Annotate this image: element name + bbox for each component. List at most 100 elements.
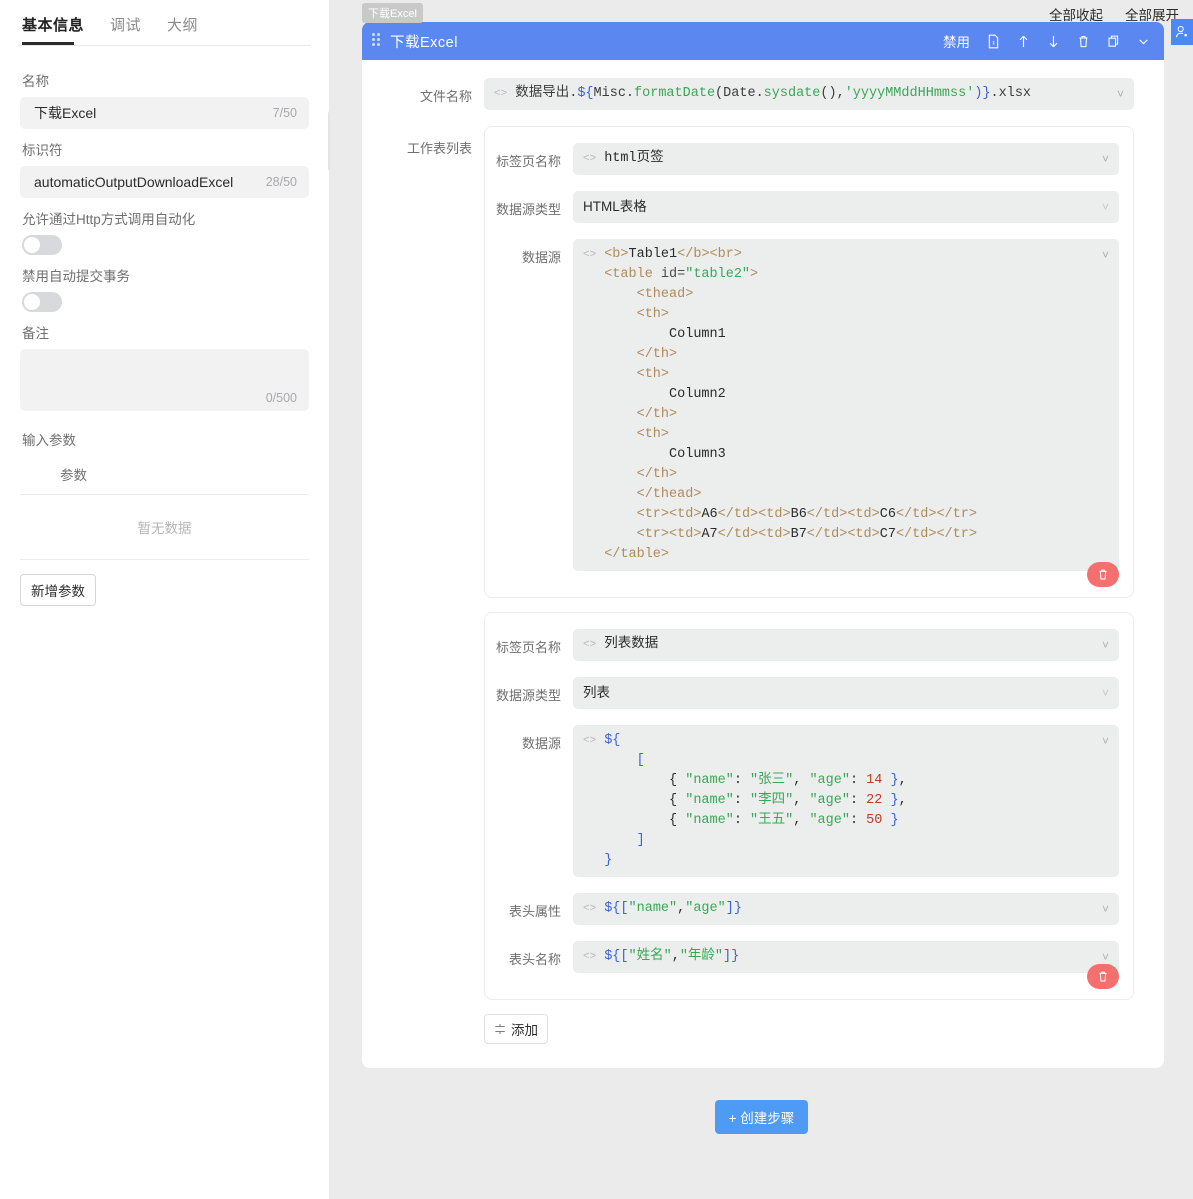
arrow-up-icon[interactable] bbox=[1008, 22, 1038, 60]
chevron-down-icon[interactable]: ˅ bbox=[1102, 197, 1109, 217]
sheet1-tabname-input[interactable]: <> html页签 ˅ bbox=[573, 143, 1119, 175]
create-step-area: + 创建步骤 bbox=[330, 1100, 1193, 1134]
sheet2-tabname-value: 列表数据 bbox=[604, 635, 1094, 655]
sheet1-sourcetype-label: 数据源类型 bbox=[489, 191, 561, 218]
identifier-label: 标识符 bbox=[22, 139, 309, 159]
tab-outline[interactable]: 大纲 bbox=[167, 10, 198, 45]
sheet1-datasource-editor[interactable]: <> <b>Table1</b><br> <table id="table2">… bbox=[573, 239, 1119, 571]
worksheet-list-row: 工作表列表 标签页名称 <> html页签 ˅ bbox=[392, 126, 1134, 1044]
step-card-title: 下载Excel bbox=[390, 31, 935, 52]
sheet2-sourcetype-label: 数据源类型 bbox=[489, 677, 561, 704]
chevron-down-icon[interactable]: ˅ bbox=[1102, 683, 1109, 703]
sheet2-headerattr-chevron[interactable]: ˅ bbox=[1102, 899, 1109, 919]
node-tooltip: 下载Excel bbox=[362, 3, 423, 23]
filename-input[interactable]: <> 数据导出.${Misc.formatDate(Date.sysdate()… bbox=[484, 78, 1134, 110]
name-input[interactable]: 下载Excel 7/50 bbox=[20, 97, 309, 129]
collapse-all-button[interactable]: 全部收起 bbox=[1049, 4, 1103, 24]
sidebar-tabbar: 基本信息 调试 大纲 bbox=[0, 0, 329, 45]
filename-row: 文件名称 <> 数据导出.${Misc.formatDate(Date.sysd… bbox=[392, 78, 1134, 110]
user-icon bbox=[1175, 25, 1189, 39]
sheet2-tabname-input[interactable]: <> 列表数据 ˅ bbox=[573, 629, 1119, 661]
trash-icon bbox=[1097, 568, 1109, 581]
arrow-down-icon[interactable] bbox=[1038, 22, 1068, 60]
sheet2-tabname-chevron[interactable]: ˅ bbox=[1102, 635, 1109, 655]
sheet2-headerattr-row: 表头属性 <> ${["name","age"]} ˅ bbox=[489, 893, 1119, 925]
copy-icon[interactable] bbox=[1098, 22, 1128, 60]
tab-basic-info[interactable]: 基本信息 bbox=[22, 10, 84, 45]
sheet2-tabname-label: 标签页名称 bbox=[489, 629, 561, 656]
input-params-label: 输入参数 bbox=[22, 429, 309, 449]
trash-icon[interactable] bbox=[1068, 22, 1098, 60]
sheet1-sourcetype-select[interactable]: HTML表格 ˅ bbox=[573, 191, 1119, 223]
code-expression-icon: <> bbox=[583, 245, 596, 265]
delete-worksheet-button[interactable] bbox=[1087, 964, 1119, 989]
identifier-input[interactable]: automaticOutputDownloadExcel 28/50 bbox=[20, 166, 309, 198]
remark-char-count: 0/500 bbox=[266, 391, 297, 405]
remark-label: 备注 bbox=[22, 322, 309, 342]
code-expression-icon: <> bbox=[583, 635, 596, 655]
sheet2-headerattr-label: 表头属性 bbox=[489, 893, 561, 920]
add-worksheet-button[interactable]: 添加 bbox=[484, 1014, 548, 1044]
add-param-button[interactable]: 新增参数 bbox=[20, 574, 96, 606]
http-call-toggle[interactable] bbox=[22, 235, 62, 255]
step-card: 下载Excel 禁用 bbox=[362, 22, 1164, 1068]
worksheet-list-label: 工作表列表 bbox=[392, 126, 472, 157]
tab-debug[interactable]: 调试 bbox=[110, 10, 141, 45]
sheet2-datasource-row: 数据源 <> ${ [ { "name": "张三", "age": 14 },… bbox=[489, 725, 1119, 877]
disable-step-button[interactable]: 禁用 bbox=[935, 22, 978, 60]
step-card-body: 文件名称 <> 数据导出.${Misc.formatDate(Date.sysd… bbox=[362, 60, 1164, 1068]
filename-input-value: 数据导出.${Misc.formatDate(Date.sysdate(),'y… bbox=[515, 84, 1109, 104]
sheet2-tabname-row: 标签页名称 <> 列表数据 ˅ bbox=[489, 629, 1119, 661]
sheet2-headername-value: ${["姓名","年龄"]} bbox=[604, 947, 1094, 967]
sheet2-headerattr-input[interactable]: <> ${["name","age"]} ˅ bbox=[573, 893, 1119, 925]
trash-icon bbox=[1097, 970, 1109, 983]
code-expression-icon: <> bbox=[583, 731, 596, 751]
drag-handle-icon[interactable] bbox=[372, 33, 382, 49]
params-column-header: 参数 bbox=[20, 456, 309, 495]
sheet1-tabname-chevron[interactable]: ˅ bbox=[1102, 149, 1109, 169]
sheet1-sourcetype-value: HTML表格 bbox=[583, 197, 1094, 217]
worksheet-item: 标签页名称 <> 列表数据 ˅ 数据源类型 列表 bbox=[484, 612, 1134, 1000]
name-input-value: 下载Excel bbox=[34, 103, 273, 123]
identifier-char-count: 28/50 bbox=[266, 175, 297, 189]
sheet1-tabname-label: 标签页名称 bbox=[489, 143, 561, 170]
sheet1-tabname-value: html页签 bbox=[604, 149, 1094, 169]
sheet2-datasource-code: ${ [ { "name": "张三", "age": 14 }, { "nam… bbox=[604, 731, 1094, 871]
name-char-count: 7/50 bbox=[273, 106, 297, 120]
disable-auto-txn-label: 禁用自动提交事务 bbox=[22, 265, 309, 285]
code-expression-icon: <> bbox=[583, 947, 596, 967]
create-step-button[interactable]: + 创建步骤 bbox=[715, 1100, 809, 1134]
sheet2-datasource-editor[interactable]: <> ${ [ { "name": "张三", "age": 14 }, { "… bbox=[573, 725, 1119, 877]
params-empty-state: 暂无数据 bbox=[20, 495, 309, 560]
name-label: 名称 bbox=[22, 70, 309, 90]
sheet1-datasource-row: 数据源 <> <b>Table1</b><br> <table id="tabl… bbox=[489, 239, 1119, 571]
sheet2-sourcetype-value: 列表 bbox=[583, 683, 1094, 703]
filename-expand-chevron[interactable]: ˅ bbox=[1117, 84, 1124, 104]
sheet2-headername-label: 表头名称 bbox=[489, 941, 561, 968]
disable-auto-txn-toggle[interactable] bbox=[22, 292, 62, 312]
sheet2-headername-input[interactable]: <> ${["姓名","年龄"]} ˅ bbox=[573, 941, 1119, 973]
document-icon[interactable] bbox=[978, 22, 1008, 60]
filename-label: 文件名称 bbox=[392, 78, 472, 105]
sheet2-datasource-chevron[interactable]: ˅ bbox=[1102, 731, 1109, 751]
sheet1-sourcetype-row: 数据源类型 HTML表格 ˅ bbox=[489, 191, 1119, 223]
sheet1-datasource-chevron[interactable]: ˅ bbox=[1102, 245, 1109, 265]
remark-textarea[interactable]: 0/500 bbox=[20, 349, 309, 411]
step-card-header: 下载Excel 禁用 bbox=[362, 22, 1164, 60]
delete-worksheet-button[interactable] bbox=[1087, 562, 1119, 587]
sheet2-sourcetype-select[interactable]: 列表 ˅ bbox=[573, 677, 1119, 709]
worksheet-list-body: 标签页名称 <> html页签 ˅ 数据源类型 HTML表格 bbox=[484, 126, 1134, 1044]
sheet1-datasource-label: 数据源 bbox=[489, 239, 561, 266]
chevron-down-icon[interactable] bbox=[1128, 22, 1158, 60]
user-panel-toggle[interactable] bbox=[1171, 19, 1193, 45]
sheet2-headerattr-value: ${["name","age"]} bbox=[604, 899, 1094, 919]
sheet2-datasource-label: 数据源 bbox=[489, 725, 561, 752]
identifier-input-value: automaticOutputDownloadExcel bbox=[34, 174, 266, 190]
left-sidebar: 基本信息 调试 大纲 名称 下载Excel 7/50 标识符 automatic… bbox=[0, 0, 330, 1199]
basic-info-form: 名称 下载Excel 7/50 标识符 automaticOutputDownl… bbox=[0, 46, 329, 606]
code-expression-icon: <> bbox=[583, 899, 596, 919]
sheet1-tabname-row: 标签页名称 <> html页签 ˅ bbox=[489, 143, 1119, 175]
http-call-label: 允许通过Http方式调用自动化 bbox=[22, 208, 309, 228]
top-actions: 全部收起 全部展开 bbox=[1049, 4, 1179, 24]
code-expression-icon: <> bbox=[583, 149, 596, 169]
